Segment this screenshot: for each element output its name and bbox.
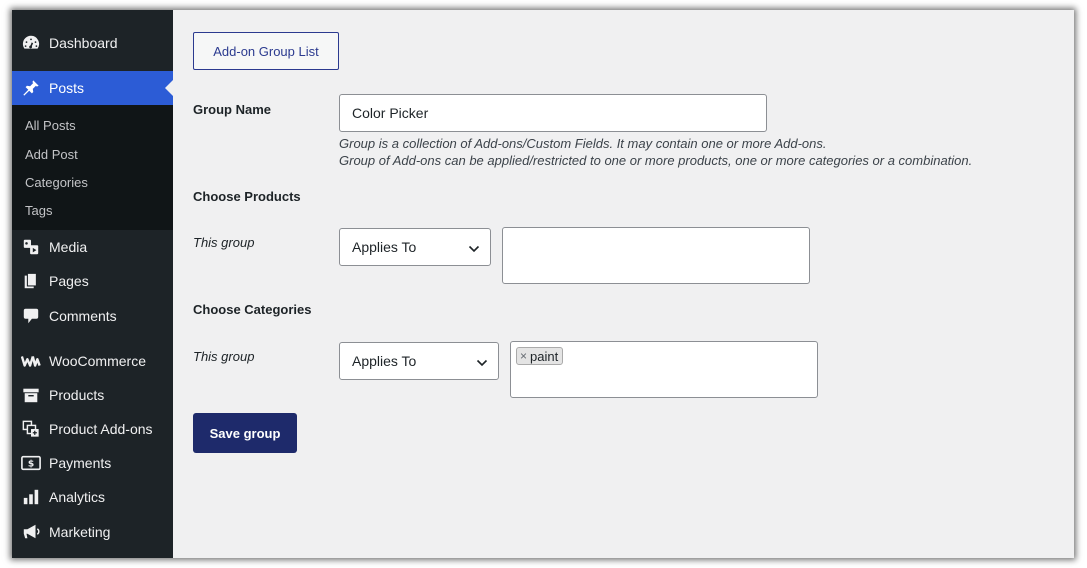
submenu-item-all-posts[interactable]: All Posts xyxy=(25,118,76,133)
pages-icon xyxy=(21,271,41,291)
group-name-label: Group Name xyxy=(193,102,272,117)
chevron-down-icon xyxy=(476,356,488,372)
group-description-line-2: Group of Add-ons can be applied/restrict… xyxy=(339,153,973,168)
submenu-item-tags[interactable]: Tags xyxy=(25,203,52,218)
analytics-icon xyxy=(21,487,41,507)
submenu-item-add-post[interactable]: Add Post xyxy=(25,147,78,162)
sidebar-item-dashboard[interactable]: Dashboard xyxy=(12,26,173,60)
sidebar-item-label: Pages xyxy=(49,273,89,289)
categories-applies-to-select[interactable]: Applies To xyxy=(339,342,499,380)
products-multiselect[interactable] xyxy=(502,227,810,284)
categories-row-label: This group xyxy=(193,349,255,364)
sidebar-item-marketing[interactable]: Marketing xyxy=(12,515,173,549)
admin-sidebar: Dashboard Posts All Posts Add Post Categ… xyxy=(12,10,173,558)
marketing-icon xyxy=(21,522,41,542)
category-tag-paint: × paint xyxy=(516,347,564,365)
sidebar-item-label: Marketing xyxy=(49,524,111,540)
svg-text:$: $ xyxy=(28,460,34,470)
sidebar-item-label: Media xyxy=(49,239,88,255)
submenu-item-categories[interactable]: Categories xyxy=(25,175,88,190)
dashboard-icon xyxy=(21,33,41,53)
sidebar-item-woocommerce[interactable]: WooCommerce xyxy=(12,344,173,378)
products-row-label: This group xyxy=(193,235,255,250)
sidebar-item-label: Comments xyxy=(49,308,117,324)
comments-icon xyxy=(21,306,41,326)
save-group-button[interactable]: Save group xyxy=(193,413,297,453)
media-icon xyxy=(21,237,41,257)
choose-categories-heading: Choose Categories xyxy=(193,302,312,317)
product-addons-icon xyxy=(21,419,41,439)
sidebar-item-products[interactable]: Products xyxy=(12,378,173,412)
sidebar-item-label: Products xyxy=(49,387,105,403)
sidebar-item-label: WooCommerce xyxy=(49,353,146,369)
sidebar-item-comments[interactable]: Comments xyxy=(12,299,173,333)
choose-products-heading: Choose Products xyxy=(193,189,301,204)
sidebar-item-pages[interactable]: Pages xyxy=(12,264,173,298)
sidebar-item-analytics[interactable]: Analytics xyxy=(12,480,173,514)
products-applies-to-select[interactable]: Applies To xyxy=(339,228,491,266)
pin-icon xyxy=(21,78,41,98)
posts-submenu: All Posts Add Post Categories Tags xyxy=(12,105,173,230)
select-value: Applies To xyxy=(352,239,417,255)
sidebar-item-payments[interactable]: $ Payments xyxy=(12,446,173,480)
sidebar-item-label: Analytics xyxy=(49,489,106,505)
group-name-input[interactable] xyxy=(339,94,767,132)
sidebar-item-media[interactable]: Media xyxy=(12,230,173,264)
sidebar-item-label: Payments xyxy=(49,455,112,471)
categories-multiselect[interactable]: × paint xyxy=(510,341,818,398)
sidebar-item-label: Product Add-ons xyxy=(49,421,153,437)
sidebar-item-label: Dashboard xyxy=(49,35,118,51)
admin-window: Dashboard Posts All Posts Add Post Categ… xyxy=(12,10,1074,558)
group-description-line-1: Group is a collection of Add-ons/Custom … xyxy=(339,136,827,151)
woocommerce-icon xyxy=(21,351,41,371)
addon-group-list-button[interactable]: Add-on Group List xyxy=(193,32,339,70)
sidebar-item-posts[interactable]: Posts xyxy=(12,71,173,105)
sidebar-item-label: Posts xyxy=(49,80,85,96)
payments-icon: $ xyxy=(21,453,41,473)
products-icon xyxy=(21,385,41,405)
chevron-down-icon xyxy=(468,242,480,258)
tag-label: paint xyxy=(530,348,559,364)
select-value: Applies To xyxy=(352,353,417,369)
remove-tag-icon[interactable]: × xyxy=(520,349,527,363)
sidebar-item-product-addons[interactable]: Product Add-ons xyxy=(12,412,173,446)
